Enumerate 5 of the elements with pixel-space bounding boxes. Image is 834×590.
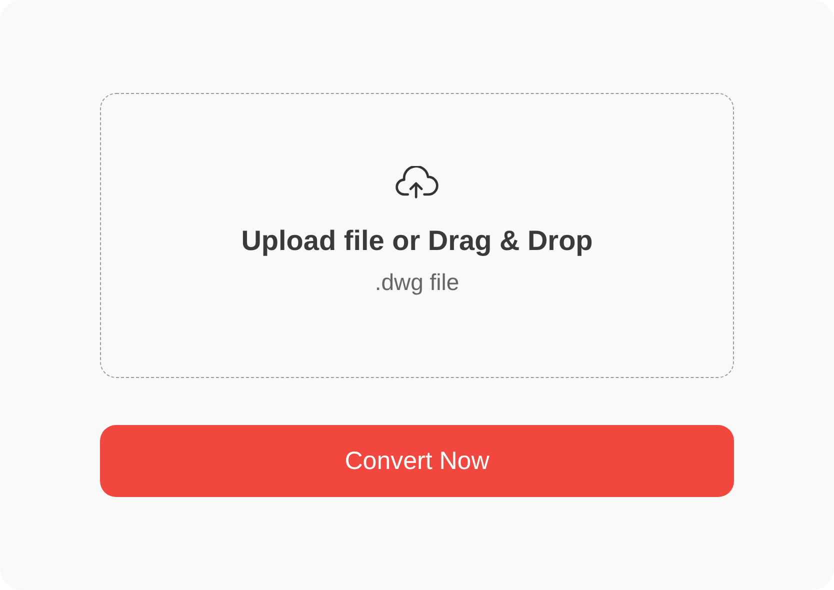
file-type-hint: .dwg file [374, 269, 460, 296]
convert-button[interactable]: Convert Now [100, 425, 734, 497]
drop-zone[interactable]: Upload file or Drag & Drop .dwg file [100, 93, 734, 378]
cloud-upload-icon [395, 166, 439, 199]
upload-title: Upload file or Drag & Drop [241, 225, 593, 257]
